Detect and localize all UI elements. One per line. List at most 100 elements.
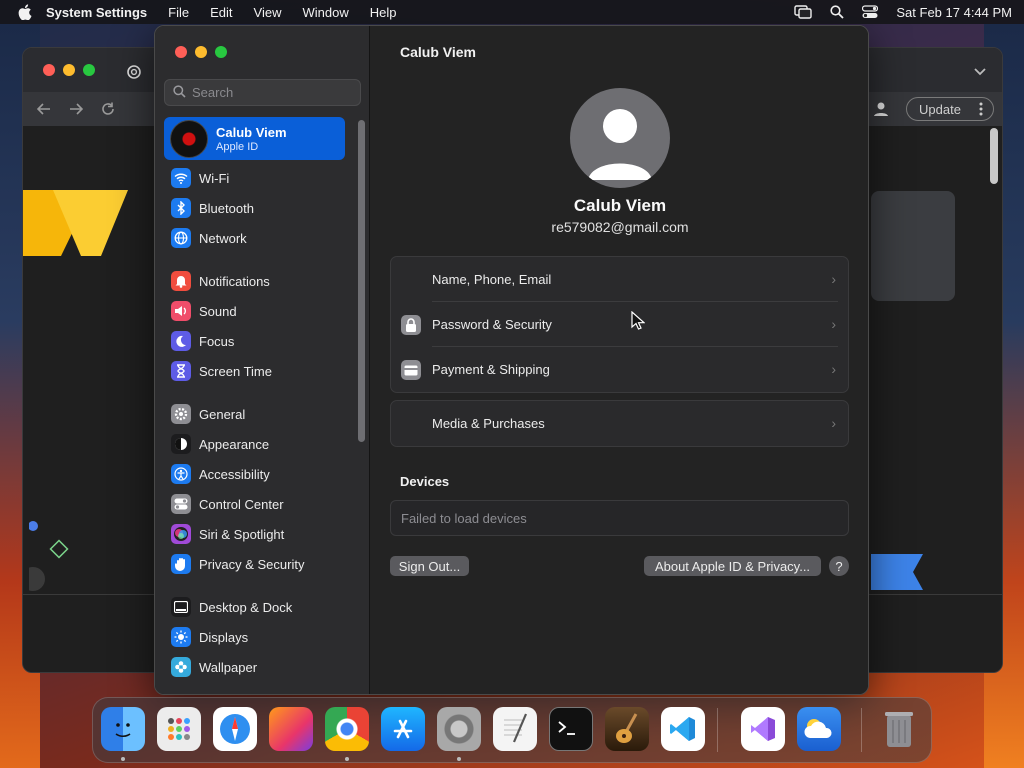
siri-icon [171, 524, 191, 544]
sidebar-item-label: Desktop & Dock [199, 599, 293, 615]
close-button[interactable] [175, 46, 187, 58]
sidebar-item-control-center[interactable]: Control Center [171, 492, 284, 516]
hand-icon [171, 554, 191, 574]
gear-icon [171, 404, 191, 424]
sidebar-scrollbar[interactable] [358, 120, 365, 442]
firefox-icon[interactable] [269, 707, 313, 751]
search-placeholder: Search [192, 85, 234, 100]
about-apple-id-button[interactable]: About Apple ID & Privacy... [644, 556, 821, 576]
profile-avatar[interactable] [570, 88, 670, 188]
devices-list: Failed to load devices [390, 500, 849, 536]
weather-icon[interactable] [797, 707, 841, 751]
textedit-icon[interactable] [493, 707, 537, 751]
chrome-minimize-button[interactable] [63, 64, 75, 76]
sidebar-item-apple-id[interactable]: Calub Viem Apple ID [164, 117, 345, 160]
sidebar-search[interactable]: Search [164, 79, 361, 106]
row-media-purchases[interactable]: Media & Purchases › [391, 401, 848, 446]
menu-file[interactable]: File [168, 5, 189, 20]
launchpad-icon[interactable] [157, 707, 201, 751]
bluetooth-icon [171, 198, 191, 218]
row-label: Media & Purchases [432, 416, 545, 431]
mouse-cursor-icon [631, 311, 645, 330]
bell-icon [171, 271, 191, 291]
garageband-icon[interactable] [605, 707, 649, 751]
sidebar-item-notifications[interactable]: Notifications [171, 269, 270, 293]
hourglass-icon [171, 361, 191, 381]
chevron-right-icon: › [831, 316, 836, 332]
sidebar-item-desktop-dock[interactable]: Desktop & Dock [171, 595, 292, 619]
terminal-icon[interactable] [549, 707, 593, 751]
dock-separator [717, 708, 718, 752]
dock-running-indicator [121, 757, 125, 761]
blue-ribbon-graphic [871, 554, 923, 590]
sidebar-item-label: Accessibility [199, 466, 270, 482]
sidebar-item-sound[interactable]: Sound [171, 299, 237, 323]
chevron-down-icon[interactable] [974, 64, 986, 79]
media-group: Media & Purchases › [390, 400, 849, 447]
control-center-icon[interactable] [862, 5, 879, 19]
sidebar-item-wallpaper[interactable]: Wallpaper [171, 655, 257, 679]
sidebar-item-network[interactable]: Network [171, 226, 247, 250]
vscode-icon[interactable] [661, 707, 705, 751]
menu-clock[interactable]: Sat Feb 17 4:44 PM [896, 5, 1012, 20]
sidebar-item-general[interactable]: General [171, 402, 245, 426]
sidebar-item-label: Screen Time [199, 363, 272, 379]
spotlight-search-icon[interactable] [830, 5, 845, 19]
chrome-icon[interactable] [325, 707, 369, 751]
help-button[interactable]: ? [829, 556, 849, 576]
settings-main-pane: Calub Viem Calub Viem re579082@gmail.com… [370, 26, 868, 694]
row-payment-shipping[interactable]: Payment & Shipping › [391, 347, 848, 392]
sidebar-item-siri-spotlight[interactable]: Siri & Spotlight [171, 522, 284, 546]
chrome-scrollbar[interactable] [990, 128, 998, 184]
chevron-right-icon: › [831, 271, 836, 287]
sidebar-item-accessibility[interactable]: Accessibility [171, 462, 270, 486]
chrome-zoom-button[interactable] [83, 64, 95, 76]
forward-arrow-icon[interactable] [69, 102, 84, 119]
menu-view[interactable]: View [254, 5, 282, 20]
screen-mirroring-icon[interactable] [794, 5, 813, 19]
settings-sidebar: Search Calub Viem Apple ID Wi-Fi Bluetoot… [155, 26, 370, 694]
help-label: ? [835, 558, 843, 574]
menu-window[interactable]: Window [302, 5, 348, 20]
lock-icon [401, 315, 421, 335]
sidebar-item-wi-fi[interactable]: Wi-Fi [171, 166, 229, 190]
zoom-button[interactable] [215, 46, 227, 58]
minimize-button[interactable] [195, 46, 207, 58]
chrome-tab-favicon-icon [127, 65, 141, 82]
about-label: About Apple ID & Privacy... [654, 558, 811, 574]
menu-app-name[interactable]: System Settings [46, 5, 147, 20]
sidebar-item-focus[interactable]: Focus [171, 329, 234, 353]
sidebar-item-label: Focus [199, 333, 235, 349]
devices-heading: Devices [400, 474, 450, 489]
finder-icon[interactable] [101, 707, 145, 751]
globe-icon [171, 228, 191, 248]
menu-edit[interactable]: Edit [210, 5, 232, 20]
apple-menu-icon[interactable] [18, 4, 32, 20]
menu-bar: System Settings File Edit View Window He… [0, 0, 1024, 24]
trash-icon[interactable] [877, 707, 921, 751]
safari-icon[interactable] [213, 707, 257, 751]
profile-icon[interactable] [873, 101, 889, 120]
devices-status: Failed to load devices [401, 510, 527, 526]
menu-help[interactable]: Help [370, 5, 397, 20]
row-password-security[interactable]: Password & Security › [391, 302, 848, 347]
more-menu-icon[interactable] [979, 102, 983, 119]
sidebar-item-label: Privacy & Security [199, 556, 305, 572]
sidebar-item-displays[interactable]: Displays [171, 625, 248, 649]
sidebar-item-screen-time[interactable]: Screen Time [171, 359, 272, 383]
sidebar-item-privacy-security[interactable]: Privacy & Security [171, 552, 304, 576]
app-store-icon[interactable] [381, 707, 425, 751]
chrome-close-button[interactable] [43, 64, 55, 76]
sidebar-item-appearance[interactable]: Appearance [171, 432, 269, 456]
back-arrow-icon[interactable] [36, 102, 51, 119]
sign-out-button[interactable]: Sign Out... [390, 556, 469, 576]
sidebar-item-label: Bluetooth [199, 200, 254, 216]
decorative-shapes [29, 521, 69, 591]
reload-icon[interactable] [101, 102, 115, 119]
chrome-update-button[interactable]: Update [906, 97, 994, 121]
visual-studio-icon[interactable] [741, 707, 785, 751]
row-name-phone-email[interactable]: Name, Phone, Email › [391, 257, 848, 302]
sidebar-item-bluetooth[interactable]: Bluetooth [171, 196, 254, 220]
dock-running-indicator [457, 757, 461, 761]
system-settings-icon[interactable] [437, 707, 481, 751]
